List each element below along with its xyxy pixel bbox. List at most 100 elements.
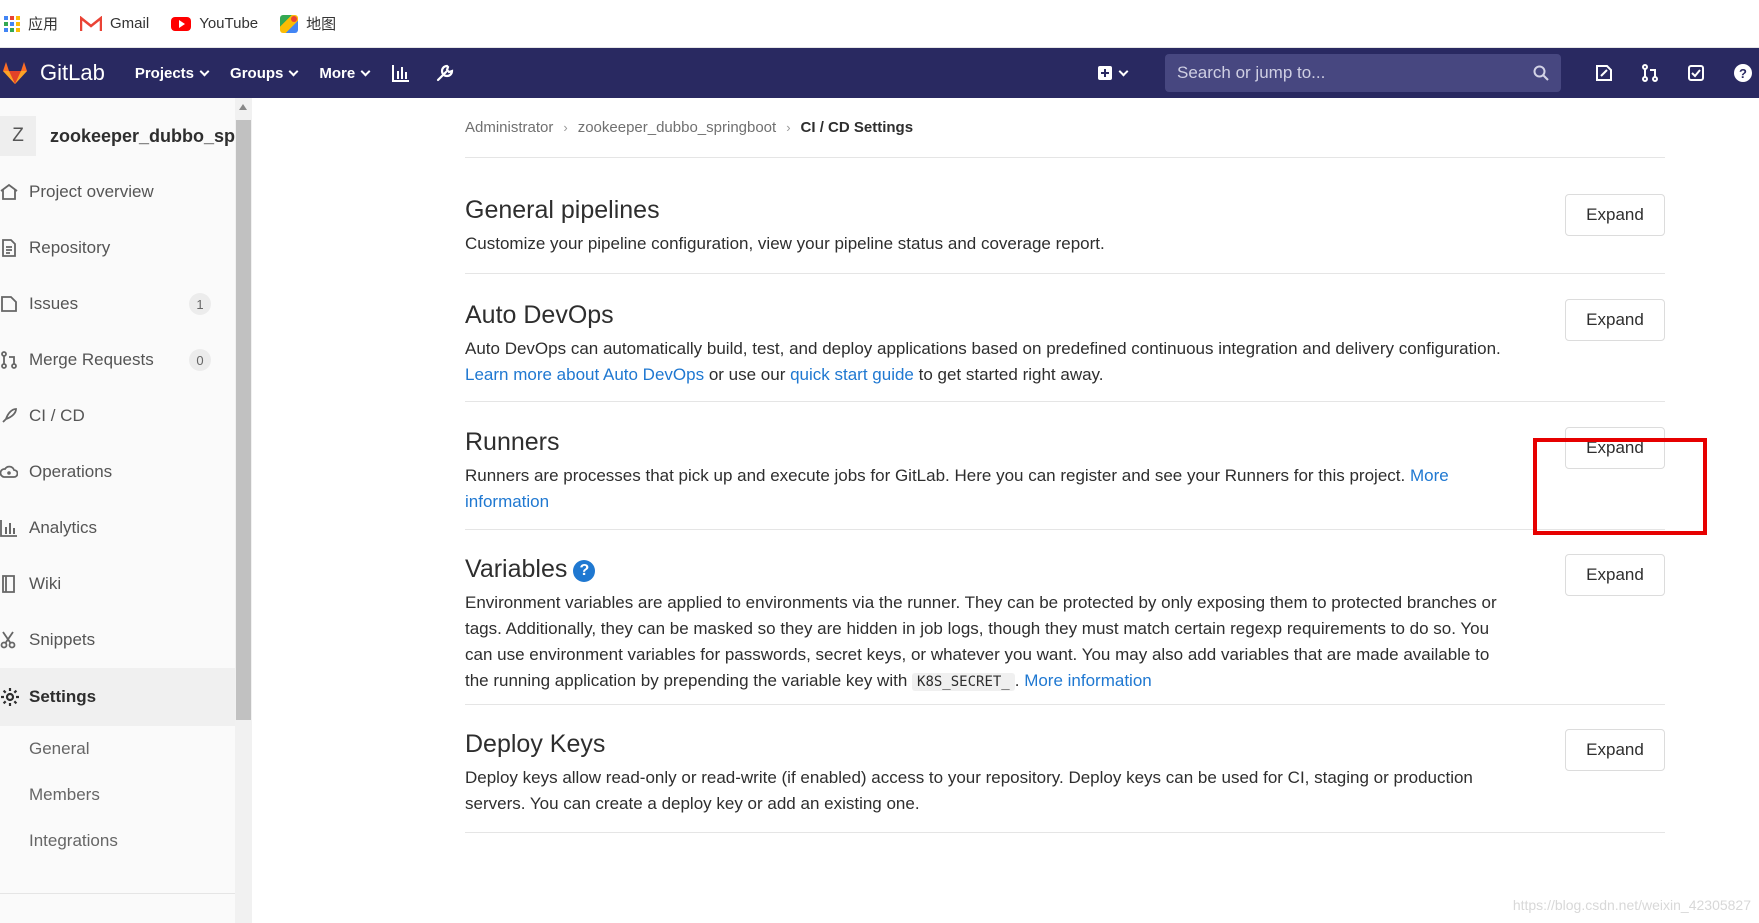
chevron-down-icon [360,66,371,76]
sidebar-subitem-integrations[interactable]: Integrations [0,818,251,864]
bookmark-youtube[interactable]: YouTube [171,15,258,32]
admin-wrench-icon[interactable] [435,63,455,83]
bookmark-maps[interactable]: 地图 [280,13,336,34]
sidebar-subitem-general[interactable]: General [0,726,251,772]
question-mark-icon[interactable]: ? [573,560,596,582]
new-item-dropdown[interactable] [1097,65,1129,81]
gitlab-tanuki-icon [3,62,27,84]
sidebar-item-project-overview[interactable]: Project overview [0,164,251,220]
sidebar-collapse-area[interactable] [0,893,235,923]
sidebar-item-label: Repository [29,238,111,257]
section-runners: Expand Runners Runners are processes tha… [465,402,1665,530]
search-input[interactable] [1177,63,1497,83]
bookmark-label: YouTube [199,15,259,32]
sidebar-item-label: Merge Requests [29,350,154,369]
document-icon [0,238,26,258]
sidebar-item-wiki[interactable]: Wiki [0,556,251,612]
red-highlight-box [1533,438,1707,535]
cloud-gear-icon [0,462,26,482]
chevron-right-icon: › [563,120,568,135]
sidebar-item-label: Analytics [29,518,98,537]
nav-projects[interactable]: Projects [134,64,210,82]
project-sidebar: Z zookeeper_dubbo_sp... Project overview… [0,98,252,923]
bookmark-label: 应用 [28,16,59,33]
expand-variables-button[interactable]: Expand [1565,554,1665,596]
bar-chart-icon [0,518,26,538]
section-deploy-keys: Expand Deploy Keys Deploy keys allow rea… [465,705,1665,833]
nav-more-label: More [319,64,356,82]
variables-more-information-link[interactable]: More information [1024,671,1152,690]
help-nav-icon[interactable]: ? [1733,63,1753,83]
chevron-down-icon [1118,66,1129,76]
description-text: Auto DevOps can automatically build, tes… [465,339,1501,358]
description-text: . [1014,671,1025,690]
section-description: Auto DevOps can automatically build, tes… [465,336,1515,388]
project-name: zookeeper_dubbo_sp... [50,125,251,146]
sidebar-item-label: Settings [29,687,97,706]
sidebar-item-label: Issues [29,294,79,313]
chevron-down-icon [199,66,210,76]
watermark-text: https://blog.csdn.net/weixin_42305827 [1512,897,1751,913]
sidebar-item-analytics[interactable]: Analytics [0,500,251,556]
sidebar-scrollbar[interactable] [235,98,252,923]
scroll-up-arrow-icon[interactable] [239,104,247,110]
home-icon [0,182,26,202]
book-icon [0,574,26,594]
section-title: General pipelines [465,196,660,224]
sidebar-subitem-members[interactable]: Members [0,772,251,818]
issues-count-badge: 1 [189,293,211,315]
sidebar-project-header[interactable]: Z zookeeper_dubbo_sp... [0,108,251,164]
scissors-icon [0,630,26,650]
sidebar-item-ci-cd[interactable]: CI / CD [0,388,251,444]
rocket-icon [0,406,26,426]
sidebar-item-merge-requests[interactable]: Merge Requests 0 [0,332,251,388]
sidebar-item-repository[interactable]: Repository [0,220,251,276]
sidebar-item-settings[interactable]: Settings [0,668,251,726]
bookmark-gmail[interactable]: Gmail [80,15,149,32]
section-title: Auto DevOps [465,301,614,329]
nav-more[interactable]: More [319,64,371,82]
search-icon [1533,65,1549,81]
bookmark-apps[interactable]: 应用 [4,13,58,34]
merge-requests-nav-icon[interactable] [1641,64,1659,82]
breadcrumb-project[interactable]: zookeeper_dubbo_springboot [578,119,777,136]
section-description: Deploy keys allow read-only or read-writ… [465,768,1473,813]
quick-start-guide-link[interactable]: quick start guide [790,365,914,384]
variables-title-text: Variables [465,555,568,583]
section-general-pipelines: Expand General pipelines Customize your … [465,158,1665,274]
section-title: Runners [465,428,560,456]
sidebar-item-label: Snippets [29,630,96,649]
k8s-secret-code: K8S_SECRET_ [912,673,1015,691]
svg-text:?: ? [1739,66,1747,81]
todos-nav-icon[interactable] [1687,64,1705,82]
auto-devops-learn-more-link[interactable]: Learn more about Auto DevOps [465,365,704,384]
brand-name: GitLab [40,60,105,85]
expand-deploy-keys-button[interactable]: Expand [1565,729,1665,771]
section-description: Environment variables are applied to env… [465,590,1515,695]
section-description: Customize your pipeline configuration, v… [465,234,1105,253]
expand-general-pipelines-button[interactable]: Expand [1565,194,1665,236]
gitlab-logo[interactable]: GitLab [2,60,105,86]
plus-square-icon [1098,66,1112,80]
breadcrumb-administrator[interactable]: Administrator [465,119,553,136]
description-text: Runners are processes that pick up and e… [465,466,1410,485]
nav-groups[interactable]: Groups [230,65,299,82]
merge-requests-count-badge: 0 [189,349,211,371]
expand-auto-devops-button[interactable]: Expand [1565,299,1665,341]
sidebar-item-issues[interactable]: Issues 1 [0,276,251,332]
sidebar-item-snippets[interactable]: Snippets [0,612,251,668]
project-avatar: Z [0,116,36,156]
sidebar-item-label: Operations [29,462,113,481]
activity-chart-icon[interactable] [391,63,411,83]
search-box[interactable] [1165,54,1561,92]
scrollbar-thumb[interactable] [236,120,251,720]
breadcrumb-current[interactable]: CI / CD Settings [801,119,914,136]
nav-projects-label: Projects [134,64,195,82]
gear-icon [0,687,26,707]
bookmark-label: 地图 [306,16,337,33]
sidebar-item-operations[interactable]: Operations [0,444,251,500]
issues-nav-icon[interactable] [1595,64,1613,82]
main-content: Administrator › zookeeper_dubbo_springbo… [465,98,1665,833]
sidebar-item-label: Wiki [29,574,62,593]
top-navbar: GitLab Projects Groups More ? [0,48,1759,98]
